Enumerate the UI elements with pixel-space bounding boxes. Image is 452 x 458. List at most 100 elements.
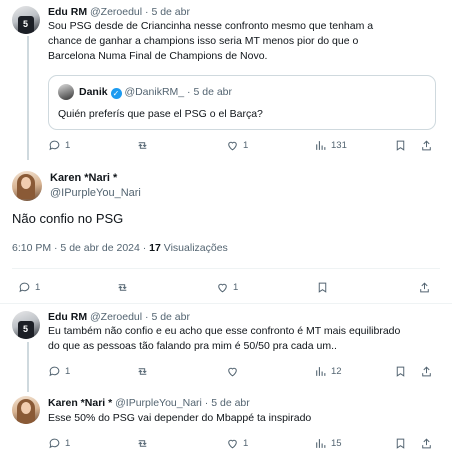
tweet-line: do que as pessoas tão falando pra mim é …: [48, 340, 337, 352]
views-icon: [316, 439, 326, 448]
share-icon: [420, 282, 429, 293]
author-name[interactable]: Edu RM: [48, 6, 87, 18]
views-icon: [316, 141, 326, 150]
like-button[interactable]: 1: [216, 281, 238, 294]
author-name[interactable]: Karen *Nari *: [48, 397, 112, 409]
tweet-actions: 1 1 15: [48, 437, 436, 453]
bookmark-icon: [396, 140, 405, 151]
reply-icon: [49, 438, 60, 449]
reply-icon: [19, 282, 30, 293]
main-views-label: Visualizações: [163, 242, 228, 254]
retweet-button[interactable]: [136, 139, 153, 152]
retweet-button[interactable]: [116, 281, 133, 294]
share-icon: [422, 366, 431, 377]
main-author-handle-row: @IPurpleYou_Nari: [50, 186, 141, 200]
share-button[interactable]: [420, 139, 433, 152]
quote-author-handle: @DanikRM_: [124, 86, 185, 98]
tweet-line: Sou PSG desde de Criancinha nesse confro…: [48, 20, 374, 32]
avatar-face: [21, 402, 31, 414]
separator: ·: [187, 86, 191, 98]
bookmark-button[interactable]: [394, 437, 407, 450]
separator: ·: [145, 311, 149, 323]
retweet-icon: [118, 284, 127, 291]
main-views-count: 17: [149, 242, 161, 254]
views-button[interactable]: 131: [314, 139, 347, 152]
quote-author-name: Danik: [79, 86, 108, 98]
like-count: 1: [243, 140, 249, 151]
tweet-text: Esse 50% do PSG vai depender do Mbappé t…: [48, 412, 312, 424]
share-icon: [422, 438, 431, 449]
bookmark-icon: [396, 438, 405, 449]
reply-button[interactable]: 1: [48, 437, 70, 450]
verified-badge-icon: ✓: [110, 88, 122, 99]
avatar-edu[interactable]: 5: [12, 6, 40, 34]
tweet-header: Edu RM @Zeroedul · 5 de abr: [48, 5, 190, 19]
views-count: 131: [331, 140, 347, 151]
like-button[interactable]: 1: [226, 139, 248, 152]
separator: ·: [145, 6, 149, 18]
main-author-name[interactable]: Karen *Nari *: [50, 172, 117, 184]
quote-header: Danik ✓ @DanikRM_ · 5 de abr: [79, 85, 232, 99]
author-name[interactable]: Edu RM: [48, 311, 87, 323]
like-icon: [218, 283, 227, 293]
divider: [0, 303, 452, 304]
thread-line: [27, 342, 29, 392]
jersey-number: 5: [23, 324, 29, 334]
retweet-button[interactable]: [136, 437, 153, 450]
reply-button[interactable]: 1: [48, 365, 70, 378]
retweet-icon: [138, 368, 147, 375]
retweet-icon: [138, 440, 147, 447]
tweet-date[interactable]: 5 de abr: [211, 397, 250, 409]
quoted-tweet[interactable]: Danik ✓ @DanikRM_ · 5 de abr Quién prefe…: [48, 75, 436, 130]
retweet-icon: [138, 142, 147, 149]
like-icon: [228, 439, 237, 449]
tweet-date[interactable]: 5 de abr: [151, 311, 190, 323]
share-icon: [422, 140, 431, 151]
reply-count: 1: [65, 438, 71, 449]
share-button[interactable]: [420, 365, 433, 378]
main-tweet-time[interactable]: 6:10 PM · 5 de abr de 2024 ·: [12, 242, 146, 254]
thread-line: [27, 36, 29, 160]
bookmark-button[interactable]: [394, 139, 407, 152]
share-button[interactable]: [420, 437, 433, 450]
tweet-line: Barcelona Numa Final de Champions de Nov…: [48, 50, 268, 62]
avatar-edu[interactable]: 5: [12, 311, 40, 339]
tweet-date[interactable]: 5 de abr: [151, 6, 190, 18]
bookmark-icon: [318, 282, 327, 293]
tweet-actions: 1 1 131: [48, 139, 436, 155]
author-handle[interactable]: @IPurpleYou_Nari: [115, 397, 202, 409]
avatar-karen[interactable]: [12, 396, 40, 424]
quote-text: Quién preferís que pase el PSG o el Barç…: [58, 108, 263, 120]
main-tweet-meta: 6:10 PM · 5 de abr de 2024 · 17 Visualiz…: [12, 241, 228, 255]
views-icon: [316, 367, 326, 376]
author-handle[interactable]: @Zeroedul: [90, 311, 142, 323]
views-button[interactable]: 12: [314, 365, 342, 378]
tweet-line: chance de ganhar a champions isso seria …: [48, 35, 359, 47]
like-count: 1: [243, 438, 249, 449]
reply-button[interactable]: 1: [18, 281, 40, 294]
reply-count: 1: [35, 282, 41, 293]
bookmark-button[interactable]: [394, 365, 407, 378]
main-author-handle[interactable]: @IPurpleYou_Nari: [50, 187, 141, 199]
retweet-button[interactable]: [136, 365, 153, 378]
jersey-number: 5: [23, 19, 29, 29]
tweet-header: Edu RM @Zeroedul · 5 de abr: [48, 310, 190, 324]
main-tweet-text: Não confio no PSG: [12, 211, 124, 226]
author-handle[interactable]: @Zeroedul: [90, 6, 142, 18]
like-count: 1: [233, 282, 239, 293]
like-button[interactable]: 1: [226, 437, 248, 450]
tweet-actions: 1 12: [48, 365, 436, 381]
share-button[interactable]: [418, 281, 431, 294]
views-count: 15: [331, 438, 342, 449]
like-button[interactable]: [226, 365, 243, 378]
reply-icon: [49, 366, 60, 377]
main-author-name-row: Karen *Nari *: [50, 171, 117, 185]
bookmark-icon: [396, 366, 405, 377]
like-icon: [228, 367, 237, 377]
views-button[interactable]: 15: [314, 437, 342, 450]
views-count: 12: [331, 366, 342, 377]
avatar-karen[interactable]: [12, 171, 42, 201]
bookmark-button[interactable]: [316, 281, 329, 294]
avatar-danik: [58, 84, 74, 100]
reply-button[interactable]: 1: [48, 139, 70, 152]
